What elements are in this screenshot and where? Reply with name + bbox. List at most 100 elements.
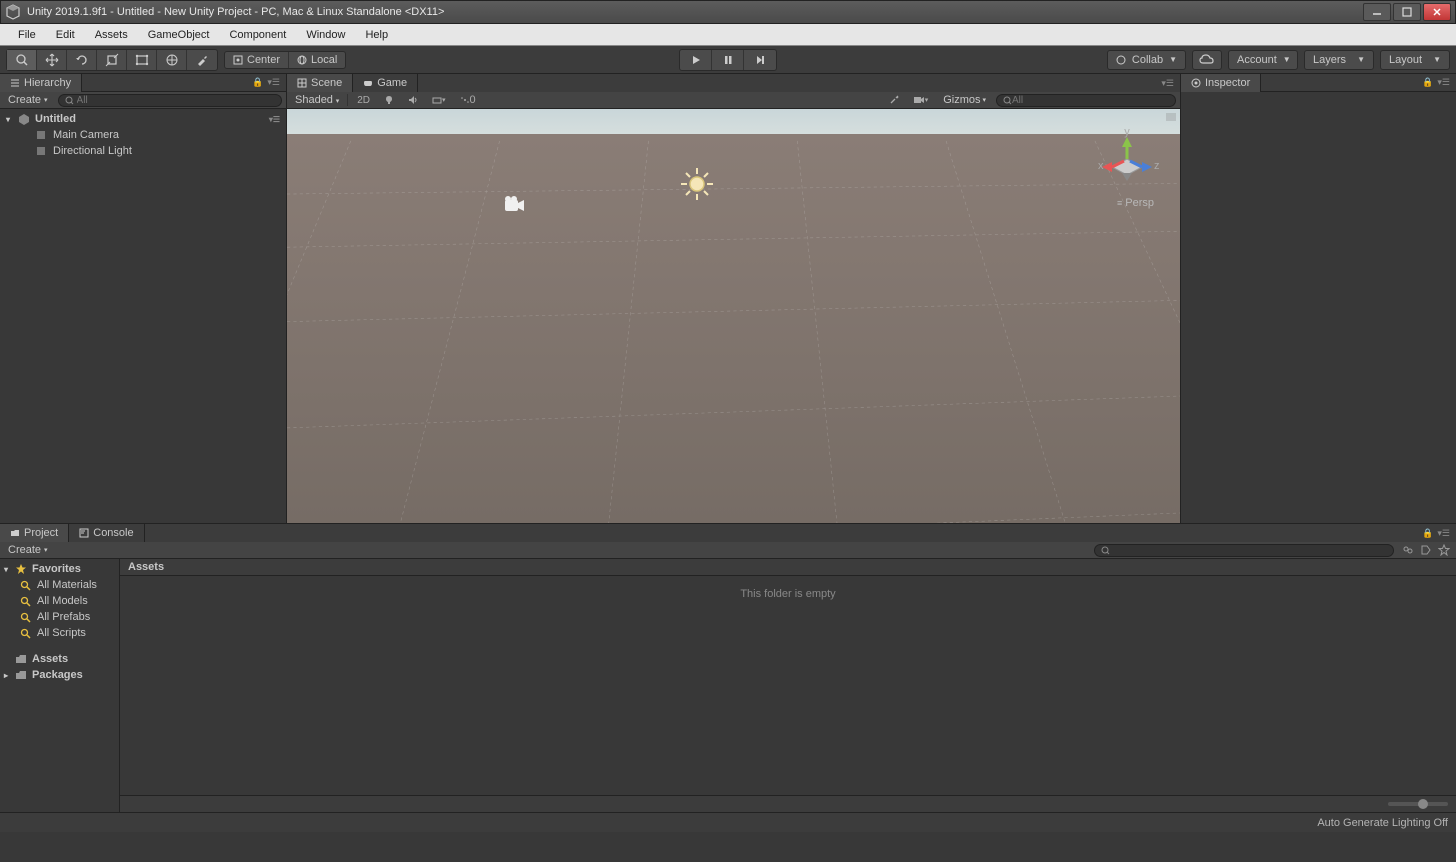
scene-row[interactable]: ▾ Untitled ▾☰ — [0, 111, 286, 127]
layers-dropdown[interactable]: Layers ▼ — [1304, 50, 1374, 70]
unity-logo-icon — [5, 4, 21, 20]
create-label: Create — [8, 94, 41, 106]
panel-menu-icon[interactable]: ▾☰ — [1161, 78, 1174, 89]
camera-icon[interactable]: ▾ — [908, 95, 934, 105]
menu-help[interactable]: Help — [355, 26, 398, 44]
pivot-center-button[interactable]: Center — [225, 52, 289, 68]
game-tab[interactable]: Game — [353, 74, 418, 92]
hierarchy-tab-label: Hierarchy — [24, 77, 71, 89]
fx-toggle[interactable]: ▾ — [427, 95, 451, 105]
gizmos-dropdown[interactable]: Gizmos▾ — [937, 94, 992, 106]
hierarchy-search-input[interactable] — [77, 95, 275, 106]
rect-tool-button[interactable] — [127, 50, 157, 70]
scene-menu-icon[interactable]: ▾☰ — [269, 115, 280, 124]
scene-tab[interactable]: Scene — [287, 74, 353, 92]
hierarchy-tab[interactable]: Hierarchy — [0, 74, 82, 92]
collab-dropdown[interactable]: Collab ▼ — [1107, 50, 1186, 70]
favorite-icon[interactable] — [1436, 543, 1452, 557]
favorites-row[interactable]: ▾ Favorites — [0, 561, 119, 577]
project-content: Assets This folder is empty — [120, 559, 1456, 812]
particle-toggle[interactable]: 0 — [455, 94, 481, 106]
hierarchy-search[interactable] — [58, 94, 282, 107]
caret-down-icon: ▾ — [44, 546, 48, 554]
close-button[interactable] — [1423, 3, 1451, 21]
scene-viewport[interactable]: y x z ≡ Persp — [287, 109, 1180, 523]
thumbnail-size-slider[interactable] — [1388, 802, 1448, 806]
menu-file[interactable]: File — [8, 26, 46, 44]
pivot-local-button[interactable]: Local — [289, 52, 345, 68]
maximize-button[interactable] — [1393, 3, 1421, 21]
rotate-tool-button[interactable] — [67, 50, 97, 70]
transform-tool-button[interactable] — [157, 50, 187, 70]
project-search-input[interactable] — [1110, 545, 1387, 556]
label-filter-icon[interactable] — [1418, 543, 1434, 557]
svg-text:x: x — [1098, 160, 1104, 172]
panel-menu-icon[interactable]: ▾☰ — [1437, 528, 1450, 539]
audio-toggle[interactable] — [403, 95, 423, 105]
scene-search[interactable] — [996, 94, 1176, 107]
camera-gizmo-icon[interactable] — [502, 195, 528, 215]
panel-menu-icon[interactable]: ▾☰ — [267, 77, 280, 88]
filter-icon[interactable] — [1400, 543, 1416, 557]
console-icon — [79, 528, 89, 538]
game-icon — [363, 78, 373, 88]
expand-arrow-icon[interactable]: ▾ — [6, 115, 18, 124]
lock-icon[interactable]: 🔒 — [252, 77, 263, 88]
pivot-toggle: Center Local — [224, 51, 346, 69]
console-tab[interactable]: Console — [69, 524, 144, 542]
lighting-toggle[interactable] — [379, 95, 399, 105]
panel-menu-icon[interactable]: ▾☰ — [1437, 77, 1450, 88]
scene-name: Untitled — [35, 113, 76, 125]
packages-row[interactable]: ▸ Packages — [0, 667, 119, 683]
minimize-button[interactable] — [1363, 3, 1391, 21]
assets-row[interactable]: Assets — [0, 651, 119, 667]
inspector-tab[interactable]: Inspector — [1181, 74, 1261, 92]
custom-tool-button[interactable] — [187, 50, 217, 70]
expand-arrow-icon[interactable]: ▸ — [4, 671, 12, 680]
create-label: Create — [8, 544, 41, 556]
menu-assets[interactable]: Assets — [85, 26, 138, 44]
favorite-item[interactable]: All Models — [0, 593, 119, 609]
draw-mode-dropdown[interactable]: Shaded ▾ — [291, 94, 348, 106]
menu-component[interactable]: Component — [219, 26, 296, 44]
statusbar: Auto Generate Lighting Off — [0, 812, 1456, 832]
orientation-gizmo[interactable]: y x z — [1092, 129, 1162, 189]
move-tool-button[interactable] — [37, 50, 67, 70]
projection-label[interactable]: ≡ Persp — [1117, 197, 1154, 209]
step-button[interactable] — [744, 50, 776, 70]
project-tab[interactable]: Project — [0, 524, 69, 542]
favorite-item[interactable]: All Scripts — [0, 625, 119, 641]
caret-down-icon: ▼ — [1169, 55, 1177, 64]
breadcrumb[interactable]: Assets — [120, 559, 1456, 576]
expand-arrow-icon[interactable]: ▾ — [4, 565, 12, 574]
cloud-button[interactable] — [1192, 50, 1222, 70]
project-tree: ▾ Favorites All Materials All Models All… — [0, 559, 120, 812]
project-create-button[interactable]: Create ▾ — [4, 544, 52, 556]
hand-tool-button[interactable] — [7, 50, 37, 70]
hierarchy-create-button[interactable]: Create ▾ — [4, 94, 52, 106]
scale-tool-button[interactable] — [97, 50, 127, 70]
favorite-item[interactable]: All Prefabs — [0, 609, 119, 625]
lighting-status[interactable]: Auto Generate Lighting Off — [1317, 817, 1448, 829]
chevron-left-icon: ≡ — [1117, 198, 1122, 208]
star-icon — [15, 563, 29, 575]
lock-icon[interactable]: 🔒 — [1422, 77, 1433, 88]
menu-edit[interactable]: Edit — [46, 26, 85, 44]
hierarchy-item[interactable]: Main Camera — [0, 127, 286, 143]
account-dropdown[interactable]: Account ▼ — [1228, 50, 1298, 70]
project-search[interactable] — [1094, 544, 1394, 557]
scene-search-input[interactable] — [1012, 95, 1169, 106]
menu-gameobject[interactable]: GameObject — [138, 26, 220, 44]
directional-light-gizmo-icon[interactable] — [677, 164, 717, 204]
play-button[interactable] — [680, 50, 712, 70]
hierarchy-item[interactable]: Directional Light — [0, 143, 286, 159]
pause-button[interactable] — [712, 50, 744, 70]
tools-icon[interactable] — [884, 95, 904, 105]
lock-icon[interactable]: 🔒 — [1422, 528, 1433, 539]
scene-tab-label: Scene — [311, 77, 342, 89]
game-tab-label: Game — [377, 77, 407, 89]
menu-window[interactable]: Window — [296, 26, 355, 44]
favorite-item[interactable]: All Materials — [0, 577, 119, 593]
layout-dropdown[interactable]: Layout ▼ — [1380, 50, 1450, 70]
2d-toggle[interactable]: 2D — [352, 95, 375, 106]
